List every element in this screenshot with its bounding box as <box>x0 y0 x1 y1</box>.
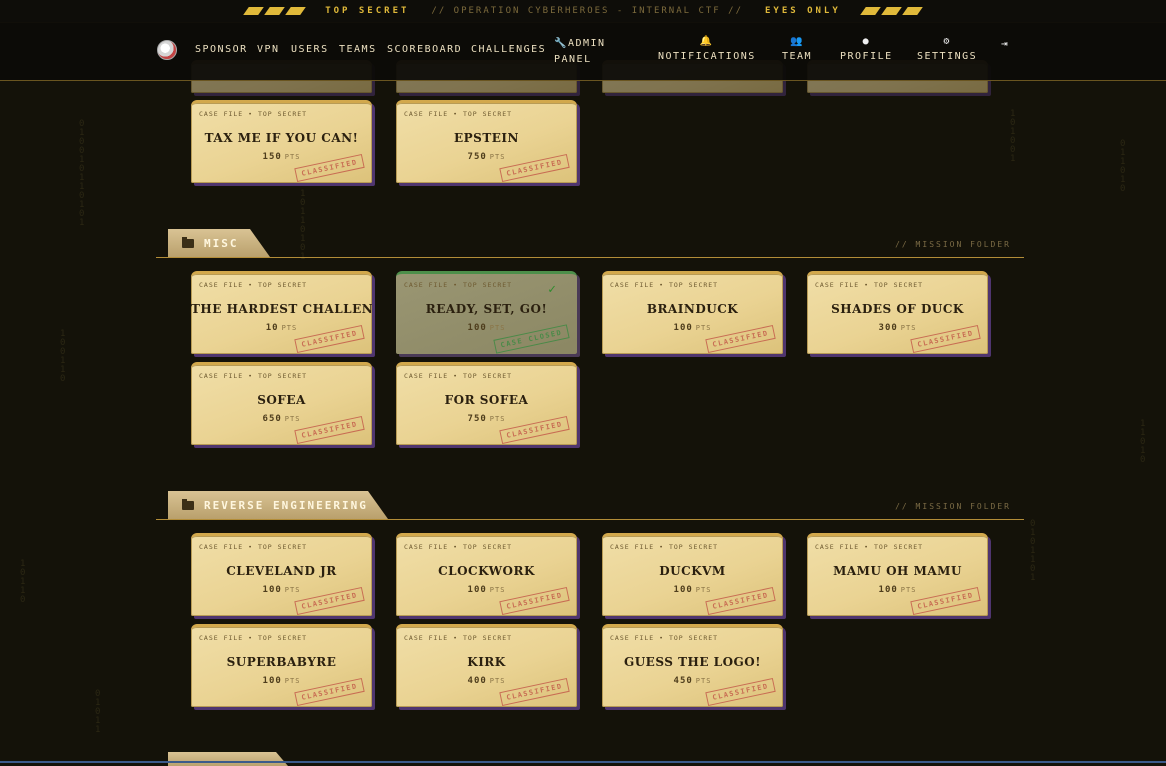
card-header: CASE FILE • TOP SECRET <box>199 634 308 642</box>
challenge-card[interactable]: CASE FILE • TOP SECRET CLOCKWORK 100 PTS … <box>396 533 577 616</box>
challenge-title: SOFEA <box>257 393 306 407</box>
folder-icon <box>182 501 194 510</box>
section-divider <box>156 519 1024 520</box>
challenge-title: BRAINDUCK <box>646 302 739 316</box>
banner-top-secret: TOP SECRET <box>325 6 410 16</box>
classified-banner: TOP SECRET // OPERATION CYBERHEROES - IN… <box>0 0 1166 23</box>
notifications-label: NOTIFICATIONS <box>658 51 756 62</box>
challenge-card[interactable]: CASE FILE • TOP SECRET EPSTEIN 750 PTS CL… <box>396 100 577 183</box>
user-circle-icon: ● <box>862 36 871 47</box>
folder-icon <box>182 239 194 248</box>
gears-icon: ⚙ <box>943 36 951 47</box>
card-header: CASE FILE • TOP SECRET <box>815 281 924 289</box>
card-header: CASE FILE • TOP SECRET <box>199 543 308 551</box>
matrix-column: 1 0 1 1 0 <box>20 559 26 605</box>
nav-link-users[interactable]: USERS <box>291 44 329 55</box>
site-logo[interactable] <box>157 40 177 60</box>
card-header: CASE FILE • TOP SECRET <box>199 281 308 289</box>
section-tab-misc: MISC <box>168 229 270 257</box>
section-title: REVERSE ENGINEERING <box>204 498 368 512</box>
team-label: TEAM <box>782 51 813 62</box>
matrix-column: 1 0 1 0 0 1 <box>1010 109 1016 164</box>
matrix-column: 1 1 0 1 0 <box>1140 419 1146 465</box>
challenge-card[interactable]: CASE FILE • TOP SECRET SOFEA 650 PTS CLAS… <box>191 362 372 445</box>
logout-icon[interactable]: ⇥ <box>1001 37 1008 50</box>
challenge-title: SHADES OF DUCK <box>831 302 964 316</box>
challenge-title: FOR SOFEA <box>444 393 529 407</box>
nav-profile[interactable]: ● PROFILE <box>840 36 893 62</box>
admin-label-line2: PANEL <box>554 54 592 65</box>
card-header: CASE FILE • TOP SECRET <box>404 110 513 118</box>
section-tab-reverse-engineering: REVERSE ENGINEERING <box>168 491 388 519</box>
card-header: CASE FILE • TOP SECRET <box>199 372 308 380</box>
challenge-card[interactable]: CASE FILE • TOP SECRET TAX ME IF YOU CAN… <box>191 100 372 183</box>
section-tab-partial <box>168 752 288 766</box>
challenge-card[interactable]: CASE FILE • TOP SECRET FOR SOFEA 750 PTS … <box>396 362 577 445</box>
challenge-card[interactable]: CASE FILE • TOP SECRET MAMU OH MAMU 100 P… <box>807 533 988 616</box>
challenge-card[interactable]: CASE FILE • TOP SECRET GUESS THE LOGO! 4… <box>602 624 783 707</box>
section-title: MISC <box>204 236 239 250</box>
nav-settings[interactable]: ⚙ SETTINGS <box>917 36 977 62</box>
challenge-card-solved[interactable]: CASE FILE • TOP SECRET ✓ READY, SET, GO!… <box>396 271 577 354</box>
nav-link-vpn[interactable]: VPN <box>257 44 280 55</box>
challenge-title: EPSTEIN <box>454 131 519 145</box>
matrix-column: 1 0 0 1 1 0 <box>60 329 66 384</box>
card-header: CASE FILE • TOP SECRET <box>199 110 308 118</box>
section-divider <box>156 257 1024 258</box>
admin-label-line1: ADMIN <box>567 38 606 49</box>
matrix-column: 0 1 1 0 1 0 <box>1120 139 1126 194</box>
challenge-title: READY, SET, GO! <box>425 302 548 316</box>
nav-link-challenges[interactable]: CHALLENGES <box>471 44 546 55</box>
card-header: CASE FILE • TOP SECRET <box>610 281 719 289</box>
card-header: CASE FILE • TOP SECRET <box>815 543 924 551</box>
hazard-stripes-right <box>859 7 923 15</box>
challenge-title: SUPERBABYRE <box>226 655 337 669</box>
top-navbar: SPONSOR VPN USERS TEAMS SCOREBOARD CHALL… <box>0 22 1166 81</box>
banner-operation: // OPERATION CYBERHEROES - INTERNAL CTF … <box>431 6 743 16</box>
nav-team[interactable]: 👥 TEAM <box>782 36 812 62</box>
nav-link-sponsor[interactable]: SPONSOR <box>195 44 248 55</box>
nav-link-teams[interactable]: TEAMS <box>339 44 377 55</box>
nav-notifications[interactable]: 🔔 NOTIFICATIONS <box>658 36 756 62</box>
challenge-card[interactable]: CASE FILE • TOP SECRET SUPERBABYRE 100 PT… <box>191 624 372 707</box>
matrix-column: 1 0 1 1 0 1 0 1 <box>300 189 306 262</box>
challenge-card[interactable]: CASE FILE • TOP SECRET CLEVELAND JR 100 P… <box>191 533 372 616</box>
wrench-icon: 🔧 <box>554 38 568 49</box>
hazard-stripes-left <box>243 7 307 15</box>
challenge-title: GUESS THE LOGO! <box>623 655 762 669</box>
challenge-title: CLEVELAND JR <box>226 564 337 578</box>
challenge-title: MAMU OH MAMU <box>833 564 962 578</box>
matrix-column: 0 1 0 1 1 0 1 <box>1030 519 1036 583</box>
card-header: CASE FILE • TOP SECRET <box>404 372 513 380</box>
matrix-column: 0 1 0 1 1 <box>95 689 101 735</box>
challenge-card[interactable]: CASE FILE • TOP SECRET KIRK 400 PTS CLASS… <box>396 624 577 707</box>
challenge-title: DUCKVM <box>659 564 726 578</box>
card-header: CASE FILE • TOP SECRET <box>610 634 719 642</box>
matrix-column: 0 1 0 0 1 0 1 1 0 1 0 1 <box>79 119 85 228</box>
bell-icon: 🔔 <box>699 36 714 47</box>
nav-link-scoreboard[interactable]: SCOREBOARD <box>387 44 462 55</box>
challenge-title: KIRK <box>467 655 506 669</box>
challenge-card[interactable]: CASE FILE • TOP SECRET DUCKVM 100 PTS CLA… <box>602 533 783 616</box>
users-icon: 👥 <box>790 36 805 47</box>
profile-label: PROFILE <box>840 51 893 62</box>
card-header: CASE FILE • TOP SECRET <box>404 634 513 642</box>
challenge-card[interactable]: CASE FILE • TOP SECRET THE HARDEST CHALL… <box>191 271 372 354</box>
settings-label: SETTINGS <box>917 51 978 62</box>
nav-admin-panel[interactable]: 🔧ADMIN PANEL <box>554 36 606 68</box>
challenge-title: CLOCKWORK <box>438 564 535 578</box>
mission-folder-label: // MISSION FOLDER <box>895 502 1011 511</box>
card-header: CASE FILE • TOP SECRET <box>404 543 513 551</box>
checkmark-icon: ✓ <box>548 282 556 297</box>
challenge-title: TAX ME IF YOU CAN! <box>204 131 359 145</box>
challenge-card[interactable]: CASE FILE • TOP SECRET BRAINDUCK 100 PTS … <box>602 271 783 354</box>
card-header: CASE FILE • TOP SECRET <box>610 543 719 551</box>
challenge-title: THE HARDEST CHALLENGE. <box>191 302 372 316</box>
card-header: CASE FILE • TOP SECRET <box>404 281 513 289</box>
challenge-card[interactable]: CASE FILE • TOP SECRET SHADES OF DUCK 30… <box>807 271 988 354</box>
mission-folder-label: // MISSION FOLDER <box>895 240 1011 249</box>
banner-eyes-only: EYES ONLY <box>764 6 841 16</box>
